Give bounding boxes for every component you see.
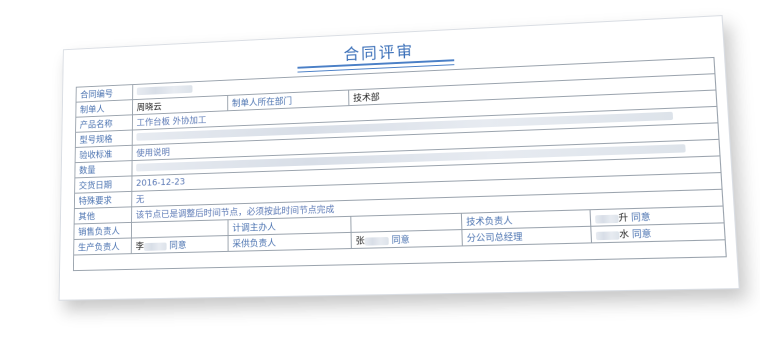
form-table: 合同编号 制单人 周晓云 制单人所在部门 技术部 产品名称 工作台板 外协加工 … <box>73 57 727 271</box>
production-lead-status: 同意 <box>169 241 187 252</box>
purchase-lead-name: 张 <box>355 236 365 247</box>
other-label: 其他 <box>74 206 132 225</box>
tech-lead-status: 同意 <box>630 212 651 224</box>
branch-gm-status: 同意 <box>631 229 652 241</box>
sales-lead-label: 销售负责人 <box>73 222 132 240</box>
production-lead-label: 生产负责人 <box>73 238 132 256</box>
production-lead-name: 李 <box>135 242 145 253</box>
contract-review-form: 合同评审 合同编号 制单人 周晓云 制单人所在部门 技术部 产品名称 工作台板 … <box>58 15 740 301</box>
document-stage: 合同评审 合同编号 制单人 周晓云 制单人所在部门 技术部 产品名称 工作台板 … <box>0 0 760 339</box>
special-label: 特殊要求 <box>74 191 132 209</box>
purchase-lead-status: 同意 <box>391 235 410 247</box>
branch-gm-name: 水 <box>619 230 630 241</box>
delivery-date-label: 交货日期 <box>74 175 132 194</box>
tech-lead-name: 升 <box>618 213 629 224</box>
